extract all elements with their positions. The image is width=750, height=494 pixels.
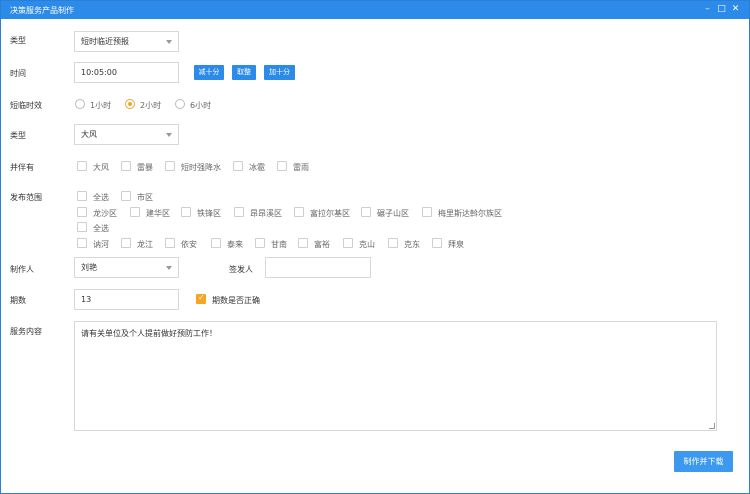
dialog-window: 决策服务产品制作 – □ ✕ 类型 短时临近预报 时间 10:05:00 减十分… <box>0 0 750 494</box>
type2-select[interactable]: 大风 <box>74 124 179 145</box>
checkbox-county-label: 依安 <box>181 240 197 249</box>
issue-label: 期数 <box>10 296 26 305</box>
checkbox-county-label: 龙江 <box>137 240 153 249</box>
content-label: 服务内容 <box>10 327 42 336</box>
radio-1h[interactable] <box>75 99 85 109</box>
checkbox-district[interactable] <box>294 207 304 217</box>
checkbox-district-label: 富拉尔基区 <box>310 209 350 218</box>
checkbox-county[interactable] <box>432 238 442 248</box>
checkbox-district[interactable] <box>234 207 244 217</box>
checkbox-gale-label: 大风 <box>93 163 109 172</box>
area-label: 发布范围 <box>10 193 42 202</box>
maker-select[interactable]: 刘艳 <box>74 257 179 278</box>
checkbox-county[interactable] <box>255 238 265 248</box>
checkbox-district[interactable] <box>361 207 371 217</box>
checkbox-select-all-1[interactable] <box>77 191 87 201</box>
radio-6h[interactable] <box>175 99 185 109</box>
type-label: 类型 <box>10 36 26 45</box>
checkbox-heavy-rain[interactable] <box>165 161 175 171</box>
checkbox-district-label: 梅里斯达斡尔族区 <box>438 209 502 218</box>
signer-label: 签发人 <box>229 265 253 274</box>
maker-label: 制作人 <box>10 265 34 274</box>
checkbox-select-all-2[interactable] <box>77 222 87 232</box>
type2-label: 类型 <box>10 131 26 140</box>
checkbox-county[interactable] <box>211 238 221 248</box>
chevron-down-icon <box>166 266 172 270</box>
checkbox-district-label: 铁锋区 <box>197 209 221 218</box>
issue-input[interactable]: 13 <box>74 289 179 310</box>
checkbox-heavy-rain-label: 短时强降水 <box>181 163 221 172</box>
checkbox-hail[interactable] <box>233 161 243 171</box>
checkbox-thunderstorm[interactable] <box>121 161 131 171</box>
title-bar: 决策服务产品制作 – □ ✕ <box>1 1 749 19</box>
checkbox-county-label: 拜泉 <box>448 240 464 249</box>
checkbox-gale[interactable] <box>77 161 87 171</box>
chevron-down-icon <box>166 40 172 44</box>
checkbox-county-label: 泰来 <box>227 240 243 249</box>
issue-value: 13 <box>81 295 92 304</box>
maker-select-value: 刘艳 <box>81 263 97 272</box>
type-select-value: 短时临近预报 <box>81 37 129 46</box>
checkbox-district[interactable] <box>130 207 140 217</box>
close-icon[interactable]: ✕ <box>730 4 741 15</box>
checkbox-district[interactable] <box>181 207 191 217</box>
make-and-download-button[interactable]: 制作并下载 <box>674 451 733 472</box>
radio-1h-label: 1小时 <box>90 101 112 110</box>
radio-2h[interactable] <box>125 99 135 109</box>
checkbox-district-label: 碾子山区 <box>377 209 409 218</box>
checkbox-county[interactable] <box>343 238 353 248</box>
checkbox-thunderstorm-label: 雷暴 <box>137 163 153 172</box>
type2-select-value: 大风 <box>81 130 97 139</box>
checkbox-county-label: 甘南 <box>271 240 287 249</box>
checkbox-select-all-2-label: 全选 <box>93 224 109 233</box>
checkbox-county-label: 讷河 <box>93 240 109 249</box>
checkbox-county[interactable] <box>77 238 87 248</box>
minus-ten-button[interactable]: 减十分 <box>194 65 224 80</box>
round-button[interactable]: 取整 <box>232 65 256 80</box>
content-text: 请有关单位及个人提前做好预防工作！ <box>81 329 217 338</box>
checkbox-city-district[interactable] <box>121 191 131 201</box>
checkbox-hail-label: 冰雹 <box>249 163 265 172</box>
chevron-down-icon <box>166 133 172 137</box>
checkbox-thunder-rain-label: 雷雨 <box>293 163 309 172</box>
checkbox-county[interactable] <box>388 238 398 248</box>
checkbox-district[interactable] <box>422 207 432 217</box>
checkbox-county-label: 克山 <box>359 240 375 249</box>
time-input[interactable]: 10:05:00 <box>74 62 179 83</box>
checkbox-county[interactable] <box>121 238 131 248</box>
checkbox-issue-confirm-label: 期数是否正确 <box>212 296 260 305</box>
checkbox-thunder-rain[interactable] <box>277 161 287 171</box>
checkbox-county-label: 富裕 <box>314 240 330 249</box>
minimize-icon[interactable]: – <box>702 4 713 15</box>
checkbox-district-label: 昂昂溪区 <box>250 209 282 218</box>
signer-input[interactable] <box>265 257 371 278</box>
time-label: 时间 <box>10 69 26 78</box>
checkbox-district[interactable] <box>77 207 87 217</box>
accompany-label: 并伴有 <box>10 163 34 172</box>
validity-label: 短临时效 <box>10 101 42 110</box>
checkbox-district-label: 龙沙区 <box>93 209 117 218</box>
plus-ten-button[interactable]: 加十分 <box>264 65 295 80</box>
radio-2h-label: 2小时 <box>140 101 162 110</box>
resize-grip-icon[interactable] <box>709 423 715 429</box>
checkbox-county-label: 克东 <box>404 240 420 249</box>
checkbox-city-district-label: 市区 <box>137 193 153 202</box>
checkbox-county[interactable] <box>165 238 175 248</box>
type-select[interactable]: 短时临近预报 <box>74 31 179 52</box>
window-title: 决策服务产品制作 <box>10 6 74 15</box>
checkbox-select-all-1-label: 全选 <box>93 193 109 202</box>
checkbox-district-label: 建华区 <box>146 209 170 218</box>
content-textarea[interactable]: 请有关单位及个人提前做好预防工作！ <box>74 321 717 431</box>
maximize-icon[interactable]: □ <box>716 4 727 15</box>
checkbox-county[interactable] <box>298 238 308 248</box>
time-value: 10:05:00 <box>81 68 117 77</box>
checkbox-issue-confirm[interactable] <box>196 293 206 304</box>
radio-6h-label: 6小时 <box>190 101 212 110</box>
